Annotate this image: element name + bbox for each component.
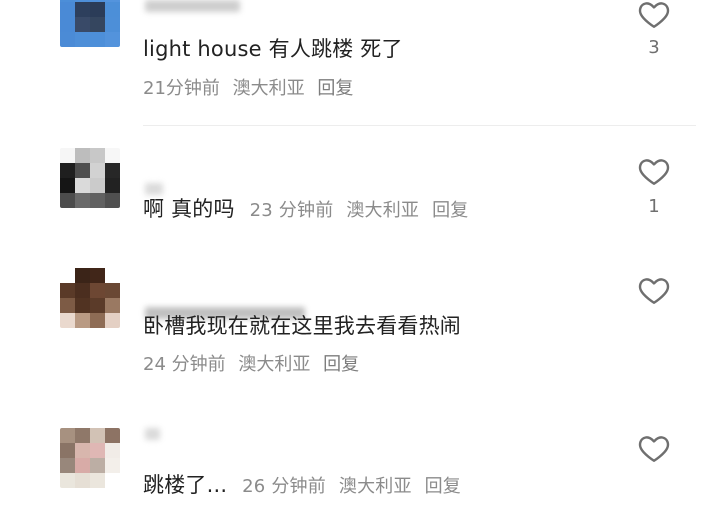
comment-time-2: 23 分钟前 <box>249 200 334 221</box>
comment-time-4: 26 分钟前 <box>242 476 326 497</box>
comment-text-4-content: 跳楼了... <box>143 473 228 497</box>
user-avatar-2[interactable] <box>60 148 120 208</box>
heart-outline-icon <box>638 2 670 28</box>
reply-button-4[interactable]: 回复 <box>425 476 461 497</box>
comment-divider-1 <box>143 125 696 126</box>
like-button-2[interactable] <box>636 153 672 189</box>
username-blurred-1 <box>145 0 240 12</box>
comment-meta-4: 26 分钟前 澳大利亚 回复 <box>242 476 468 497</box>
like-count-2: 1 <box>648 196 660 217</box>
user-avatar-3[interactable] <box>60 268 120 328</box>
like-button-3[interactable] <box>636 272 672 308</box>
reply-button-3[interactable]: 回复 <box>323 354 359 375</box>
comment-text-1: light house 有人跳楼 死了 <box>143 37 403 61</box>
comment-text-2: 啊 真的吗 23 分钟前 澳大利亚 回复 <box>143 195 475 225</box>
heart-outline-icon <box>638 159 670 185</box>
user-avatar-1[interactable] <box>60 0 120 47</box>
comment-meta-3: 24 分钟前 澳大利亚 回复 <box>143 353 366 377</box>
comment-location-1: 澳大利亚 <box>232 78 305 99</box>
comment-text-3: 卧槽我现在就在这里我去看看热闹 <box>143 314 461 338</box>
comment-location-3: 澳大利亚 <box>238 354 311 375</box>
comment-location-4: 澳大利亚 <box>338 476 412 497</box>
like-button-1[interactable] <box>636 0 672 32</box>
comment-text-2-content: 啊 真的吗 <box>143 197 235 221</box>
comment-time-3: 24 分钟前 <box>143 354 226 375</box>
heart-outline-icon <box>638 278 670 304</box>
comment-location-2: 澳大利亚 <box>346 200 420 221</box>
like-button-4[interactable] <box>636 430 672 466</box>
comment-time-1: 21分钟前 <box>143 78 220 99</box>
comment-meta-2: 23 分钟前 澳大利亚 回复 <box>250 200 476 221</box>
reply-button-1[interactable]: 回复 <box>317 78 353 99</box>
comment-text-4: 跳楼了... 26 分钟前 澳大利亚 回复 <box>143 471 468 501</box>
username-blurred-4 <box>145 428 160 440</box>
user-avatar-4[interactable] <box>60 428 120 488</box>
reply-button-2[interactable]: 回复 <box>432 200 468 221</box>
comment-meta-1: 21分钟前 澳大利亚 回复 <box>143 77 360 101</box>
username-blurred-2 <box>145 183 163 195</box>
heart-outline-icon <box>638 436 670 462</box>
like-count-1: 3 <box>648 37 660 58</box>
